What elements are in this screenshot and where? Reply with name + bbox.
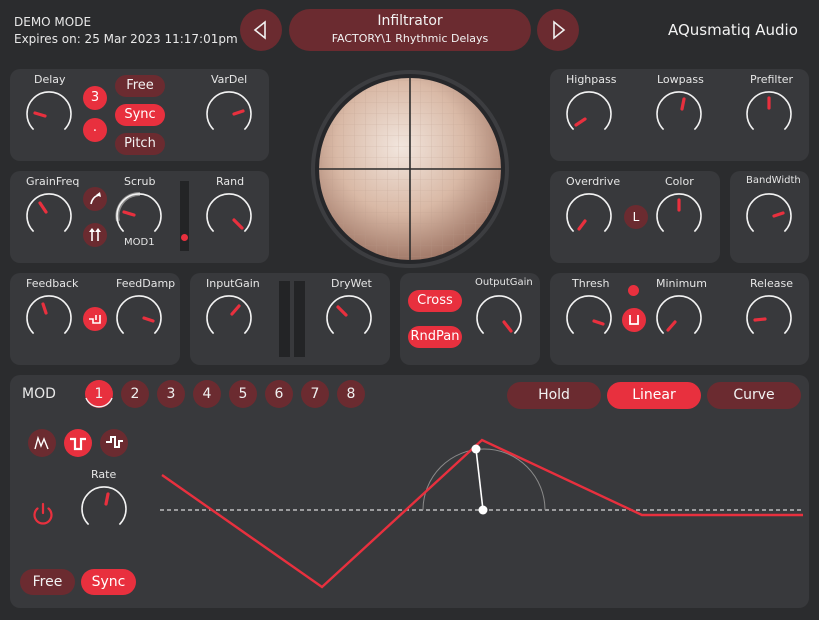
prev-preset-button[interactable] — [240, 9, 282, 51]
triangle-left-icon — [253, 20, 266, 40]
color-knob-label: Color — [665, 175, 694, 188]
vardel-knob[interactable] — [206, 91, 252, 137]
delay-dot-button[interactable]: . — [83, 118, 107, 142]
mod-slot-1-ring — [85, 397, 113, 408]
delay-pitch-button[interactable]: Pitch — [115, 133, 165, 155]
mod-handle-arc — [422, 448, 546, 511]
feedback-knob-label: Feedback — [26, 277, 79, 290]
inputgain-knob-label: InputGain — [206, 277, 260, 290]
next-preset-button[interactable] — [537, 9, 579, 51]
highpass-knob[interactable] — [566, 91, 612, 137]
outputgain-knob[interactable] — [476, 295, 522, 341]
mod-free-button[interactable]: Free — [20, 569, 75, 595]
prefilter-knob-label: Prefilter — [750, 73, 794, 86]
rate-knob[interactable] — [81, 486, 127, 532]
expires-label: Expires on: 25 Mar 2023 11:17:01pm — [14, 32, 238, 46]
scrub-knob-label: Scrub — [124, 175, 156, 188]
shape-curve-button[interactable]: Curve — [707, 382, 801, 409]
power-icon[interactable] — [29, 499, 57, 527]
scope-display — [310, 69, 510, 269]
overdrive-knob-label: Overdrive — [566, 175, 621, 188]
delay-free-button[interactable]: Free — [115, 75, 165, 97]
l-button[interactable]: L — [624, 205, 648, 229]
thresh-knob-label: Thresh — [572, 277, 610, 290]
curve-arrow-icon — [90, 192, 101, 205]
feeddamp-knob-label: FeedDamp — [116, 277, 176, 290]
pingpong-icon — [89, 315, 101, 324]
mod-sync-button[interactable]: Sync — [81, 569, 136, 595]
drywet-knob[interactable] — [326, 295, 372, 341]
mod-curve-handle[interactable] — [478, 505, 488, 515]
mod-handle-line — [475, 448, 484, 511]
mod-slot-4[interactable]: 4 — [193, 380, 221, 408]
preset-display[interactable]: Infiltrator FACTORY\1 Rhythmic Delays — [289, 9, 531, 51]
mod-slot-2[interactable]: 2 — [121, 380, 149, 408]
delay-knob[interactable] — [26, 91, 72, 137]
scrub-mod-tag: MOD1 — [124, 237, 155, 248]
shape-hold-button[interactable]: Hold — [507, 382, 601, 409]
gate-indicator-dot — [628, 285, 639, 296]
preset-name: Infiltrator — [377, 13, 443, 29]
mod-envelope-button[interactable] — [28, 429, 56, 457]
minimum-knob[interactable] — [656, 295, 702, 341]
rand-knob-label: Rand — [216, 175, 245, 188]
double-arrow-up-icon — [89, 228, 101, 241]
overdrive-knob[interactable] — [566, 193, 612, 239]
inputgain-knob[interactable] — [206, 295, 252, 341]
scrub-direction-button[interactable] — [83, 187, 107, 211]
grainfreq-knob-label: GrainFreq — [26, 175, 80, 188]
gate-shape-icon — [629, 315, 639, 325]
feedback-mode-button[interactable] — [83, 307, 107, 331]
brand-logo: AQusmatiq Audio — [668, 21, 798, 39]
shape-linear-button[interactable]: Linear — [607, 382, 701, 409]
release-knob-label: Release — [750, 277, 793, 290]
thresh-knob[interactable] — [566, 295, 612, 341]
mod-slot-6[interactable]: 6 — [265, 380, 293, 408]
delay-sync-button[interactable]: Sync — [115, 104, 165, 126]
rand-knob[interactable] — [206, 193, 252, 239]
input-meter-right — [294, 281, 305, 357]
preset-path: FACTORY\1 Rhythmic Delays — [331, 32, 489, 45]
mod-slot-5[interactable]: 5 — [229, 380, 257, 408]
mod-curve-editor[interactable] — [155, 425, 805, 600]
minimum-knob-label: Minimum — [656, 277, 707, 290]
delay-knob-label: Delay — [34, 73, 66, 86]
release-knob[interactable] — [746, 295, 792, 341]
color-knob[interactable] — [656, 193, 702, 239]
mod-step-button[interactable] — [100, 429, 128, 457]
scrub-knob[interactable] — [115, 191, 162, 239]
grain-reverse-button[interactable] — [83, 223, 107, 247]
grainfreq-knob[interactable] — [26, 193, 72, 239]
feeddamp-knob[interactable] — [116, 295, 162, 341]
demo-mode-label: DEMO MODE — [14, 15, 92, 29]
triangle-right-icon — [553, 20, 566, 40]
rate-knob-label: Rate — [91, 468, 117, 481]
bandwidth-knob[interactable] — [746, 193, 792, 239]
grain-meter-dot — [181, 234, 188, 241]
mod-point-handle[interactable] — [471, 444, 481, 454]
cross-button[interactable]: Cross — [408, 290, 462, 312]
lfo-wave-icon — [70, 437, 86, 451]
mod-slot-3[interactable]: 3 — [157, 380, 185, 408]
drywet-knob-label: DryWet — [331, 277, 372, 290]
mod-slot-8[interactable]: 8 — [337, 380, 365, 408]
rndpan-button[interactable]: RndPan — [408, 326, 462, 348]
feedback-knob[interactable] — [26, 295, 72, 341]
prefilter-knob[interactable] — [746, 91, 792, 137]
gate-mode-button[interactable] — [622, 308, 646, 332]
mod-slot-7[interactable]: 7 — [301, 380, 329, 408]
mod-lfo-button[interactable] — [64, 429, 92, 457]
vardel-knob-label: VarDel — [211, 73, 248, 86]
delay-numerator-button[interactable]: 3 — [83, 86, 107, 110]
grain-meter — [180, 181, 189, 251]
highpass-knob-label: Highpass — [566, 73, 617, 86]
mod-title: MOD — [22, 386, 56, 402]
bandwidth-knob-label: BandWidth — [746, 175, 801, 186]
step-sequence-icon — [106, 436, 123, 448]
input-meter-left — [279, 281, 290, 357]
lowpass-knob[interactable] — [656, 91, 702, 137]
lowpass-knob-label: Lowpass — [657, 73, 704, 86]
outputgain-knob-label: OutputGain — [475, 277, 533, 288]
envelope-icon — [34, 435, 49, 450]
